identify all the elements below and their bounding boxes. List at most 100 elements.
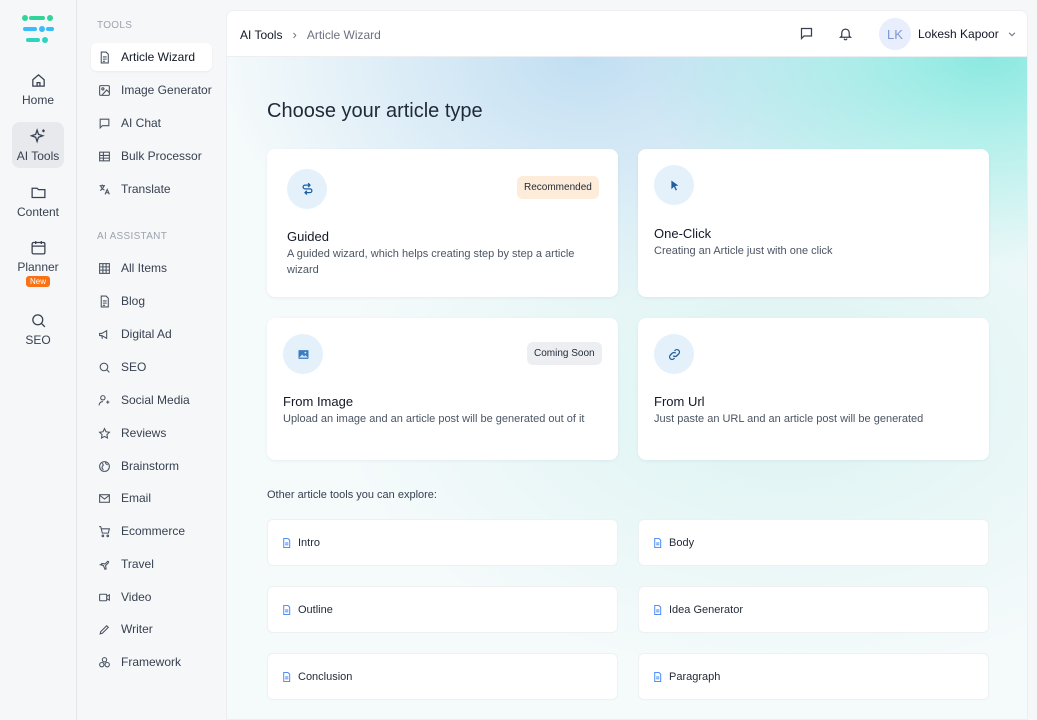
calendar-icon	[30, 241, 46, 255]
mail-icon	[99, 493, 110, 503]
sidebar-item-label: Video	[121, 590, 152, 604]
sidebar-item-travel[interactable]: Travel	[91, 550, 212, 578]
sidebar-item-label: Bulk Processor	[121, 149, 202, 163]
document-icon	[654, 537, 662, 548]
video-icon	[99, 593, 110, 601]
explore-heading: Other article tools you can explore:	[267, 489, 437, 501]
sidebar-item-reviews[interactable]: Reviews	[91, 419, 212, 447]
sparkle-icon	[29, 127, 45, 143]
cursor-icon	[670, 180, 678, 190]
translate-icon	[99, 184, 110, 195]
sidebar-item-label: Reviews	[121, 426, 167, 440]
sidebar-item-email[interactable]: Email	[91, 484, 212, 512]
tool-label: Intro	[298, 536, 321, 549]
rail-label: AI Tools	[16, 148, 60, 163]
sidebar-item-translate[interactable]: Translate	[91, 175, 212, 203]
bell-icon[interactable]	[838, 26, 853, 41]
image-icon	[298, 349, 308, 359]
content-area: Choose your article type Recommended Gui…	[227, 57, 1027, 719]
sidebar-item-label: Translate	[121, 182, 171, 196]
sidebar-item-brainstorm[interactable]: Brainstorm	[91, 452, 212, 480]
tool-idea-generator[interactable]: Idea Generator	[638, 586, 989, 633]
message-icon[interactable]	[799, 26, 814, 41]
tool-label: Outline	[298, 603, 333, 616]
sidebar-item-image-generator[interactable]: Image Generator	[91, 76, 212, 104]
globe-icon	[99, 460, 110, 472]
sidebar-item-label: Image Generator	[121, 83, 212, 97]
search-icon	[31, 313, 45, 327]
sidebar-item-label: SEO	[121, 360, 147, 374]
rail-item-home[interactable]: Home	[12, 66, 64, 112]
rail-label: Home	[21, 92, 54, 107]
sidebar-item-ecommerce[interactable]: Ecommerce	[91, 517, 212, 545]
tools-sidebar: TOOLS Article Wizard Image Generator AI …	[78, 0, 225, 720]
avatar: LK	[879, 18, 911, 50]
sidebar-item-label: AI Chat	[121, 116, 162, 130]
section-heading-ai-assistant: AI ASSISTANT	[97, 231, 168, 242]
document-icon	[654, 604, 662, 615]
tool-label: Body	[669, 536, 695, 549]
chat-icon	[99, 118, 110, 129]
sidebar-item-label: All Items	[121, 261, 168, 275]
sidebar-item-label: Writer	[121, 622, 153, 636]
sidebar-item-blog[interactable]: Blog	[91, 287, 212, 315]
sidebar-item-all-items[interactable]: All Items	[91, 254, 212, 282]
breadcrumb-root[interactable]: AI Tools	[240, 28, 282, 42]
sidebar-item-seo[interactable]: SEO	[91, 353, 212, 381]
coming-soon-badge: Coming Soon	[527, 342, 602, 365]
card-description: Creating an Article just with one click	[654, 245, 833, 257]
tool-conclusion[interactable]: Conclusion	[267, 653, 618, 700]
sidebar-item-label: Digital Ad	[121, 327, 172, 341]
rail-label: SEO	[25, 332, 51, 347]
card-guided[interactable]: Recommended Guided A guided wizard, whic…	[267, 149, 618, 297]
brand-logo[interactable]	[20, 14, 56, 48]
document-icon	[283, 537, 291, 548]
rail-item-seo[interactable]: SEO	[12, 306, 64, 352]
tool-intro[interactable]: Intro	[267, 519, 618, 566]
from-url-icon-wrap	[654, 334, 694, 374]
user-menu[interactable]: LK Lokesh Kapoor	[879, 18, 1017, 50]
folder-icon	[30, 187, 46, 198]
tool-label: Conclusion	[298, 670, 353, 683]
route-icon	[302, 182, 312, 195]
cart-icon	[99, 525, 111, 537]
sidebar-item-label: Article Wizard	[121, 50, 196, 64]
sidebar-item-video[interactable]: Video	[91, 583, 212, 611]
link-icon	[668, 348, 680, 360]
card-description: Upload an image and an article post will…	[283, 413, 585, 425]
sidebar-item-bulk-processor[interactable]: Bulk Processor	[91, 142, 212, 170]
table-icon	[99, 151, 110, 161]
card-title: From Url	[654, 394, 705, 409]
recommended-badge: Recommended	[517, 176, 599, 199]
rail-label: Content	[16, 204, 60, 219]
card-from-image[interactable]: Coming Soon From Image Upload an image a…	[267, 318, 618, 460]
card-description: A guided wizard, which helps creating st…	[287, 248, 575, 276]
sidebar-item-framework[interactable]: Framework	[91, 648, 212, 676]
card-from-url[interactable]: From Url Just paste an URL and an articl…	[638, 318, 989, 460]
tool-body[interactable]: Body	[638, 519, 989, 566]
rail-item-planner[interactable]: Planner New	[12, 236, 64, 290]
document-icon	[100, 51, 109, 63]
sidebar-item-social-media[interactable]: Social Media	[91, 386, 212, 414]
rail-label: Planner	[17, 260, 59, 274]
section-heading-tools: TOOLS	[97, 20, 133, 31]
card-one-click[interactable]: One-Click Creating an Article just with …	[638, 149, 989, 297]
top-bar: AI Tools › Article Wizard LK Lokesh Kapo…	[227, 11, 1027, 57]
tool-outline[interactable]: Outline	[267, 586, 618, 633]
sidebar-item-digital-ad[interactable]: Digital Ad	[91, 320, 212, 348]
people-icon	[98, 394, 110, 405]
star-icon	[98, 426, 111, 439]
document-icon	[654, 671, 662, 682]
sidebar-item-ai-chat[interactable]: AI Chat	[91, 109, 212, 137]
grid-icon	[99, 262, 110, 274]
sidebar-item-writer[interactable]: Writer	[91, 615, 212, 643]
tool-paragraph[interactable]: Paragraph	[638, 653, 989, 700]
breadcrumb-separator: ›	[292, 27, 297, 42]
sidebar-item-article-wizard[interactable]: Article Wizard	[91, 43, 212, 71]
rail-item-ai-tools[interactable]: AI Tools	[12, 122, 64, 168]
image-icon	[99, 84, 110, 96]
user-name: Lokesh Kapoor	[918, 27, 999, 41]
rail-item-content[interactable]: Content	[12, 178, 64, 224]
megaphone-icon	[99, 329, 108, 339]
home-icon	[31, 73, 45, 87]
